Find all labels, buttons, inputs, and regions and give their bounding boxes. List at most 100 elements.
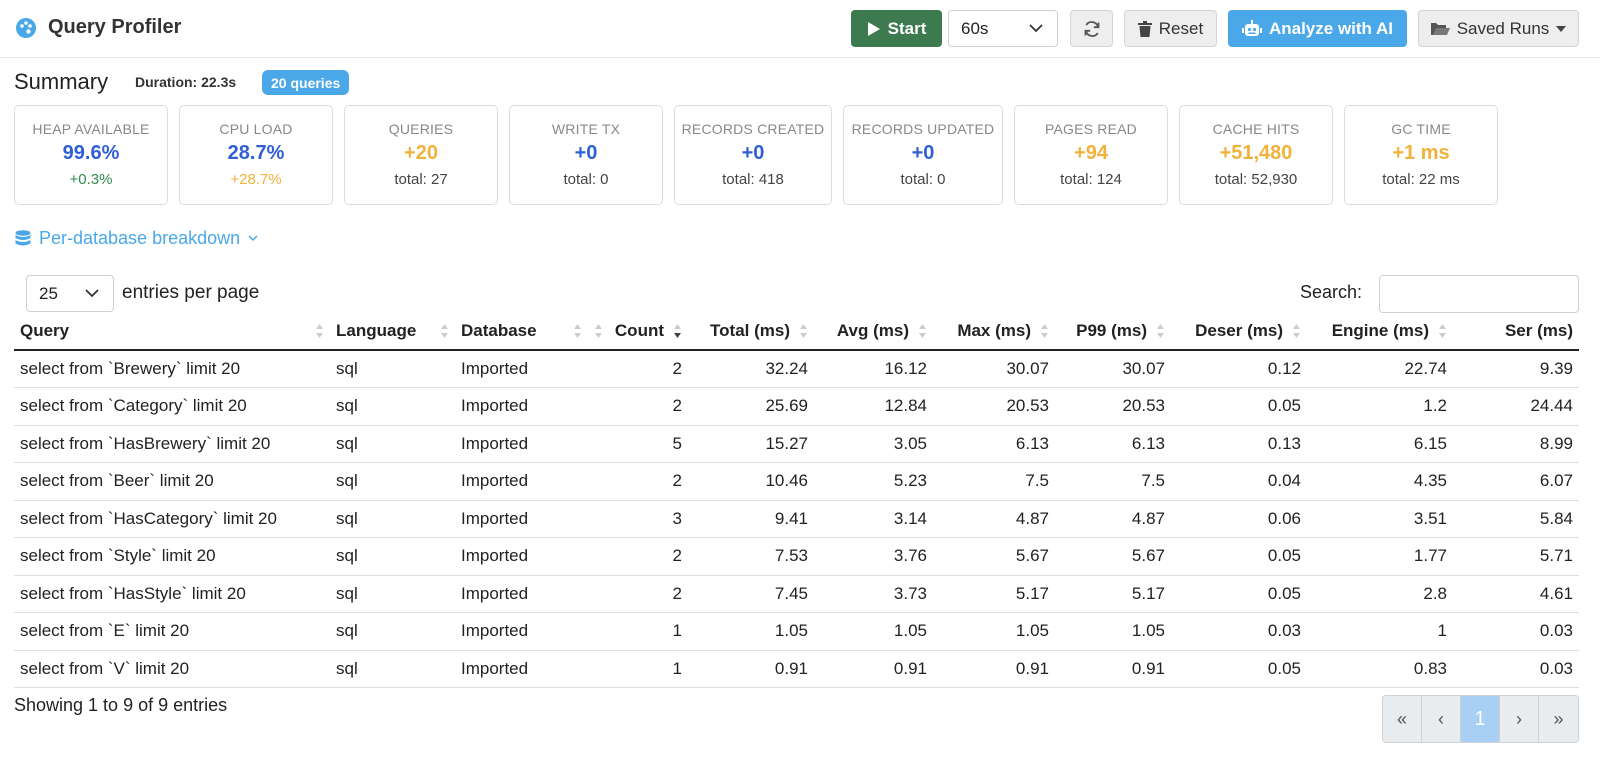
cell-database: Imported (455, 537, 588, 576)
metric-value: +51,480 (1219, 142, 1293, 164)
metric-value: +20 (404, 142, 438, 164)
column-header-label: Count (614, 320, 664, 340)
search-label: Search: (1300, 282, 1363, 302)
cell-engine: 3.51 (1307, 500, 1453, 538)
cell-max: 1.05 (933, 612, 1055, 651)
sort-icon (441, 324, 448, 338)
cell-language: sql (330, 537, 455, 576)
cell-ser: 6.07 (1453, 462, 1579, 501)
reset-button[interactable]: Reset (1124, 10, 1217, 47)
cell-ser: 5.84 (1453, 500, 1579, 538)
cell-query: select from `E` limit 20 (14, 612, 330, 651)
cell-database: Imported (455, 612, 588, 651)
cell-deser: 0.05 (1171, 537, 1307, 576)
column-header-label: Database (461, 320, 537, 340)
sort-icon (1293, 324, 1300, 338)
metric-sub: total: 0 (900, 171, 946, 188)
table-row[interactable]: select from `Beer` limit 20 sql Imported 2 1… (14, 462, 1579, 501)
cell-max: 0.91 (933, 650, 1055, 688)
metric-label: WRITE TX (551, 121, 621, 137)
column-header-label: Deser (ms) (1195, 320, 1283, 340)
pager-first-button[interactable]: « (1383, 696, 1422, 742)
table-row[interactable]: select from `Category` limit 20 sql Import… (14, 387, 1579, 426)
saved-runs-button[interactable]: Saved Runs (1418, 10, 1579, 47)
cell-count: 3 (588, 500, 688, 538)
metric-card-cpu-load: CPU LOAD 28.7% +28.7% (179, 105, 333, 205)
analyze-ai-button[interactable]: Analyze with AI (1228, 10, 1407, 47)
table-row[interactable]: select from `V` limit 20 sql Imported 1 0.91… (14, 650, 1579, 688)
table-row[interactable]: select from `HasCategory` limit 20 sql Imp… (14, 500, 1579, 538)
column-header-ser[interactable]: Ser (ms) (1453, 312, 1579, 351)
metric-card-gc-time: GC TIME +1 ms total: 22 ms (1344, 105, 1498, 205)
pager-next-button[interactable]: › (1500, 696, 1539, 742)
cell-avg: 16.12 (814, 350, 933, 388)
metric-card-records-created: RECORDS CREATED +0 total: 418 (674, 105, 832, 205)
entries-per-page-select[interactable]: 25 (26, 275, 114, 312)
table-row[interactable]: select from `HasBrewery` limit 20 sql Impo… (14, 425, 1579, 463)
column-header-max[interactable]: Max (ms) (933, 312, 1055, 351)
cell-ser: 5.71 (1453, 537, 1579, 576)
cell-query: select from `HasCategory` limit 20 (14, 500, 330, 538)
column-header-total[interactable]: Total (ms) (688, 312, 814, 351)
table-row[interactable]: select from `HasStyle` limit 20 sql Import… (14, 575, 1579, 613)
column-header-count[interactable]: Count (588, 312, 688, 351)
entries-per-page-value: 25 (39, 283, 58, 303)
duration-select[interactable]: 60s (948, 10, 1058, 47)
cell-deser: 0.05 (1171, 650, 1307, 688)
pager-prev-button[interactable]: ‹ (1422, 696, 1461, 742)
table-row[interactable]: select from `E` limit 20 sql Imported 1 1.05… (14, 612, 1579, 651)
metric-sub: +0.3% (69, 171, 113, 188)
table-row[interactable]: select from `Style` limit 20 sql Imported 2… (14, 537, 1579, 576)
column-header-label: Total (ms) (710, 320, 790, 340)
cell-p99: 0.91 (1055, 650, 1171, 688)
per-database-breakdown-toggle[interactable]: Per-database breakdown (15, 228, 258, 249)
metric-sub: total: 0 (563, 171, 609, 188)
cell-max: 5.67 (933, 537, 1055, 576)
reset-button-label: Reset (1158, 18, 1204, 38)
column-header-label: Query (20, 320, 70, 340)
cell-avg: 3.05 (814, 425, 933, 463)
cell-count: 2 (588, 462, 688, 501)
cell-ser: 8.99 (1453, 425, 1579, 463)
cell-total: 32.24 (688, 350, 814, 388)
cell-language: sql (330, 462, 455, 501)
pager-last-button[interactable]: » (1539, 696, 1578, 742)
metric-sub: total: 27 (394, 171, 448, 188)
cell-query: select from `Brewery` limit 20 (14, 350, 330, 388)
metric-value: 99.6% (62, 142, 120, 164)
table-row[interactable]: select from `Brewery` limit 20 sql Importe… (14, 350, 1579, 388)
column-header-label: Ser (ms) (1504, 320, 1573, 340)
pager-page-1-button[interactable]: 1 (1461, 696, 1500, 742)
trash-icon (1137, 20, 1152, 37)
sort-icon (1439, 324, 1446, 338)
column-header-engine[interactable]: Engine (ms) (1307, 312, 1453, 351)
search-input[interactable] (1379, 275, 1579, 313)
chevron-down-icon (248, 235, 258, 242)
column-header-database[interactable]: Database (455, 312, 588, 351)
column-header-label: P99 (ms) (1076, 320, 1147, 340)
cell-database: Imported (455, 500, 588, 538)
cell-max: 30.07 (933, 350, 1055, 388)
cell-p99: 4.87 (1055, 500, 1171, 538)
robot-icon (1241, 19, 1262, 36)
column-header-p99[interactable]: P99 (ms) (1055, 312, 1171, 351)
cell-query: select from `Style` limit 20 (14, 537, 330, 576)
sort-icon (595, 324, 602, 338)
refresh-button[interactable] (1070, 10, 1113, 47)
cell-avg: 3.14 (814, 500, 933, 538)
cell-deser: 0.13 (1171, 425, 1307, 463)
column-header-deser[interactable]: Deser (ms) (1171, 312, 1307, 351)
cell-engine: 1.77 (1307, 537, 1453, 576)
column-header-avg[interactable]: Avg (ms) (814, 312, 933, 351)
cell-deser: 0.04 (1171, 462, 1307, 501)
table-header-row: Query Language Database Count Total (ms)… (14, 312, 1579, 351)
column-header-query[interactable]: Query (14, 312, 330, 351)
cell-count: 1 (588, 612, 688, 651)
query-table: Query Language Database Count Total (ms)… (14, 312, 1579, 688)
cell-language: sql (330, 425, 455, 463)
duration-label: Duration: 22.3s (135, 74, 237, 90)
metric-value: +1 ms (1392, 142, 1450, 164)
start-button[interactable]: Start (851, 10, 942, 47)
column-header-language[interactable]: Language (330, 312, 455, 351)
metric-sub: +28.7% (230, 171, 282, 188)
